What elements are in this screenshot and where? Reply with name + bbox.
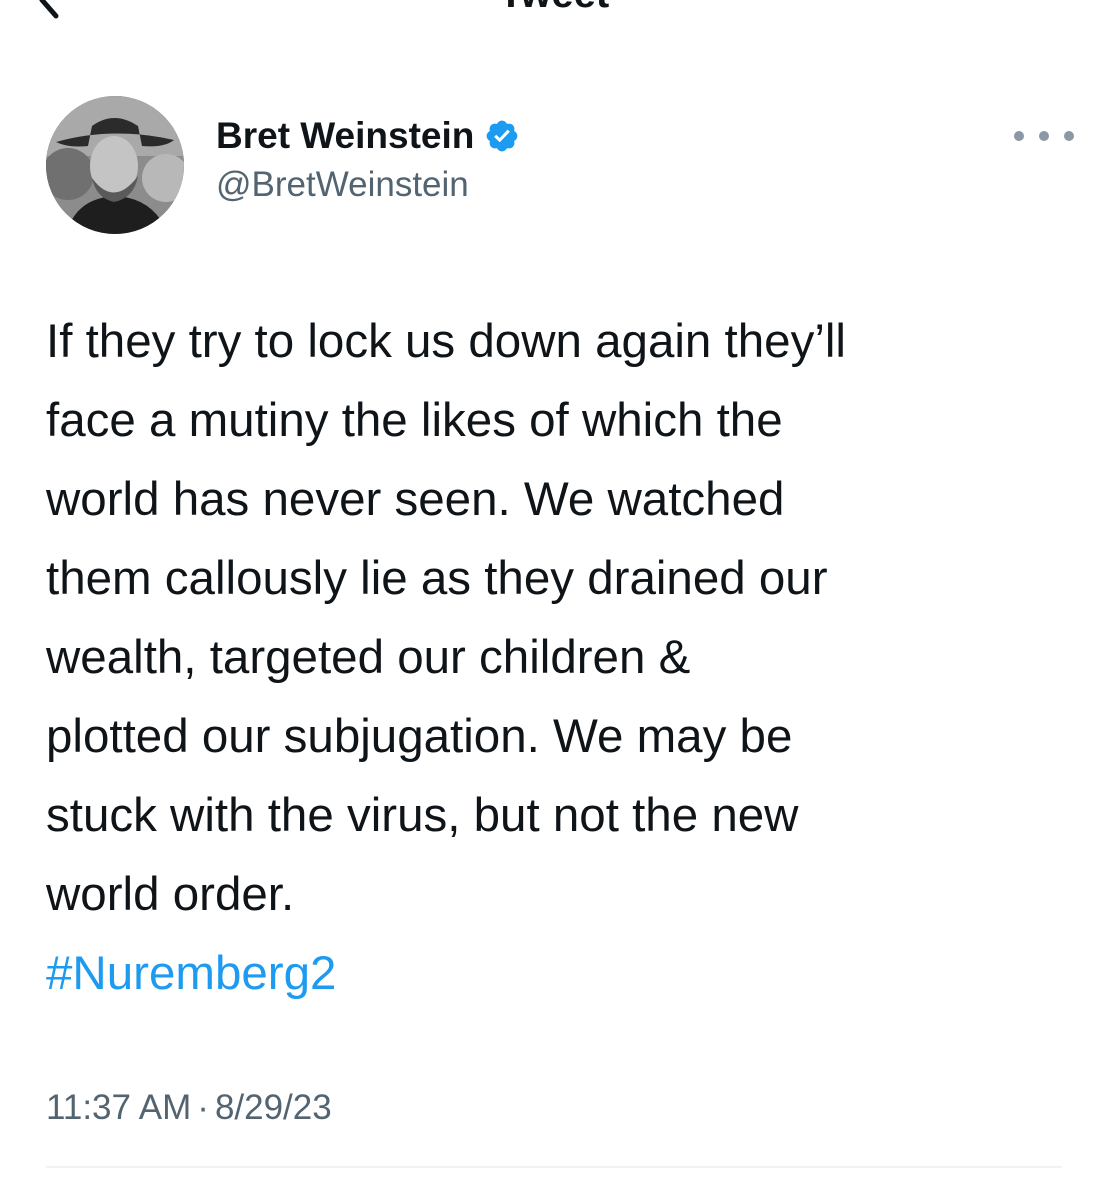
tweet-text-line: world has never seen. We watched: [46, 473, 785, 526]
display-name-row: Bret Weinstein: [216, 114, 520, 158]
tweet-timestamp[interactable]: 11:37 AM · 8/29/23: [46, 1084, 332, 1132]
tweet-text-line: world order.: [46, 868, 295, 921]
top-navigation-bar: Tweet: [0, 0, 1108, 20]
timestamp-separator: ·: [197, 1088, 209, 1127]
tweet-text-line: wealth, targeted our children &: [46, 631, 691, 684]
tweet-time: 11:37 AM: [46, 1088, 192, 1127]
more-dot: [1039, 131, 1049, 141]
more-options-button[interactable]: [1014, 122, 1074, 150]
tweet-text-line: stuck with the virus, but not the new: [46, 789, 799, 842]
tweet-text-line: face a mutiny the likes of which the: [46, 394, 783, 447]
more-dot: [1064, 131, 1074, 141]
tweet-author-header: Bret Weinstein @BretWeinstein: [46, 96, 1076, 236]
tweet-text-line: them callously lie as they drained our: [46, 552, 828, 605]
more-dot: [1014, 131, 1024, 141]
author-avatar[interactable]: [46, 96, 184, 234]
author-handle[interactable]: @BretWeinstein: [216, 164, 469, 206]
author-display-name[interactable]: Bret Weinstein: [216, 114, 474, 158]
tweet-text: If they try to lock us down again they’l…: [46, 302, 1076, 1013]
tweet-text-line: If they try to lock us down again they’l…: [46, 315, 846, 368]
hashtag-link[interactable]: #Nuremberg2: [46, 934, 1076, 1013]
verified-badge-icon: [487, 120, 518, 152]
tweet-text-line: plotted our subjugation. We may be: [46, 710, 793, 763]
divider: [46, 1166, 1062, 1168]
tweet-date: 8/29/23: [214, 1088, 332, 1127]
screen-title: Tweet: [0, 0, 1108, 14]
